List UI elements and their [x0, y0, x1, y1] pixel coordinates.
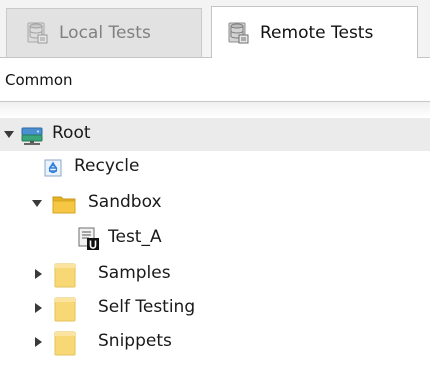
tree-item-self-testing[interactable]: Self Testing — [0, 292, 430, 325]
tree-item-snippets[interactable]: Snippets — [0, 326, 430, 359]
tree-item-sandbox[interactable]: Sandbox — [0, 187, 430, 220]
database-icon — [228, 22, 249, 43]
caret-down-icon[interactable] — [3, 129, 15, 141]
tree-item-root[interactable]: Root — [0, 118, 430, 151]
database-icon — [27, 22, 48, 44]
folder-icon — [54, 263, 76, 288]
tab-bar: Local Tests Remote Tests — [0, 0, 430, 59]
server-icon — [21, 127, 43, 145]
tab-local-tests[interactable]: Local Tests — [6, 8, 202, 57]
folder-icon — [54, 331, 76, 356]
tree-item-test-a-label: Test_A — [108, 227, 162, 247]
folder-icon — [54, 297, 76, 322]
tree-item-root-label: Root — [52, 123, 91, 143]
test-tree: Root Recycle Sandbox Test_A Samples Self… — [0, 118, 430, 365]
caret-right-icon[interactable] — [32, 302, 44, 314]
caret-right-icon[interactable] — [32, 268, 44, 280]
tab-remote-tests[interactable]: Remote Tests — [211, 6, 418, 59]
tree-item-snippets-label: Snippets — [98, 331, 172, 351]
caret-right-icon[interactable] — [32, 336, 44, 348]
tree-item-samples-label: Samples — [98, 263, 171, 283]
tab-local-tests-label: Local Tests — [59, 23, 151, 43]
selector-shadow — [0, 102, 430, 118]
tree-item-test-a[interactable]: Test_A — [0, 222, 430, 255]
recycle-bin-icon — [44, 159, 62, 177]
project-selector-value: Common — [5, 71, 73, 89]
project-selector[interactable]: Common — [0, 58, 430, 102]
tree-item-self-testing-label: Self Testing — [98, 297, 196, 317]
tree-item-sandbox-label: Sandbox — [88, 192, 162, 212]
tree-item-recycle[interactable]: Recycle — [0, 151, 430, 184]
tree-item-recycle-label: Recycle — [74, 156, 140, 176]
folder-open-icon — [52, 196, 76, 214]
tab-remote-tests-label: Remote Tests — [260, 22, 374, 43]
caret-down-icon[interactable] — [31, 198, 43, 210]
test-script-icon — [78, 227, 99, 250]
remote-tests-panel: Local Tests Remote Tests Common Root Rec… — [0, 0, 430, 365]
tree-item-samples[interactable]: Samples — [0, 258, 430, 291]
